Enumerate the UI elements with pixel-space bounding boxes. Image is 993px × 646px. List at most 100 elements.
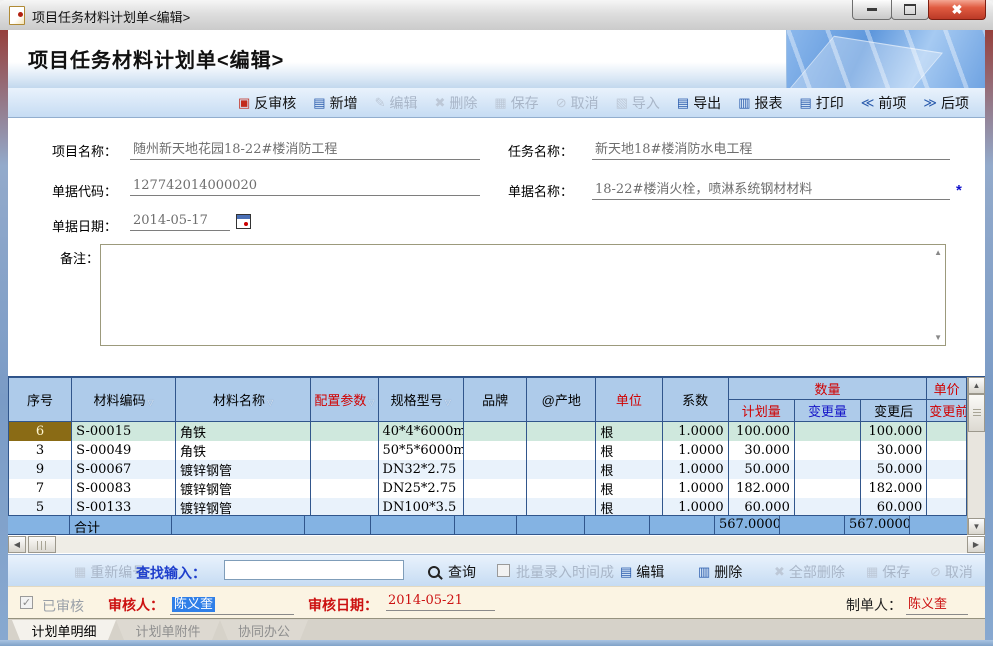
doc-code-label: 单据代码： <box>52 181 117 200</box>
report-button[interactable]: ▥报表 <box>738 93 782 113</box>
doc-date-label: 单据日期： <box>52 216 117 235</box>
next-icon: ≫ <box>923 95 937 111</box>
search-icon <box>428 566 440 578</box>
col-header-unit[interactable]: 单位 <box>596 378 662 422</box>
total-plan-qty: 567.0000 <box>715 516 780 534</box>
table-row[interactable]: 9S-00067镀锌钢管DN32*2.75根1.000050.00050.000 <box>9 460 967 479</box>
col-header-brand[interactable]: 品牌 <box>464 378 527 422</box>
minimize-icon <box>867 8 877 11</box>
scroll-down-icon: ▼ <box>973 522 981 531</box>
edit-icon: ✎ <box>375 95 386 111</box>
app-icon <box>9 6 25 25</box>
maximize-button[interactable] <box>891 0 929 20</box>
sort-icon: ▽ <box>267 398 273 407</box>
doc-code-field[interactable]: 127742014000020 <box>130 178 480 196</box>
doc-name-field[interactable]: 18-22#楼消火栓，喷淋系统钢材材料 <box>592 178 950 200</box>
report-icon: ▥ <box>738 95 750 111</box>
scroll-right-button[interactable]: ▶ <box>967 536 985 553</box>
scroll-up-button[interactable]: ▲ <box>968 377 985 394</box>
col-header-spec[interactable]: 规格型号▽ <box>378 378 464 422</box>
materials-table-inner: 序号 材料编码▽ 材料名称▽ 配置参数▽ 规格型号▽ 品牌 @产地 单位 系数 … <box>8 377 967 535</box>
find-input-label: 查找输入： <box>136 563 206 583</box>
col-header-change[interactable]: 变更量 <box>794 400 860 422</box>
col-header-name[interactable]: 材料名称▽ <box>175 378 310 422</box>
sort-icon: ▽ <box>147 398 153 407</box>
header-decoration <box>786 30 985 88</box>
title-bar: 项目任务材料计划单<编辑> ✖ <box>0 0 993 31</box>
remarks-box: ▲ ▼ <box>100 244 946 346</box>
next-item-button[interactable]: ≫后项 <box>923 93 969 113</box>
row-save-button[interactable]: ▦保存 <box>866 562 910 582</box>
project-name-label: 项目名称： <box>52 141 117 160</box>
row-save-icon: ▦ <box>866 564 878 580</box>
col-header-after[interactable]: 变更后 <box>861 400 927 422</box>
calendar-icon[interactable] <box>236 214 251 229</box>
remarks-scroll-up-icon[interactable]: ▲ <box>934 248 942 257</box>
table-vertical-scrollbar[interactable]: ▲ ▼ <box>967 377 985 535</box>
print-button[interactable]: ▤打印 <box>799 93 843 113</box>
remarks-input[interactable] <box>101 245 945 345</box>
scroll-down-button[interactable]: ▼ <box>968 518 985 535</box>
task-name-field[interactable]: 新天地18#楼消防水电工程 <box>592 138 950 160</box>
audit-strip: ✓ 已审核 审核人： 陈义奎 审核日期： 2014-05-21 制单人： 陈义奎 <box>8 586 985 619</box>
window-border-right <box>985 30 993 646</box>
required-mark: * <box>956 182 962 199</box>
table-row[interactable]: 6S-00015角铁40*4*6000mm根1.0000100.000100.0… <box>9 422 967 442</box>
remarks-scroll-down-icon[interactable]: ▼ <box>934 333 942 342</box>
search-input[interactable] <box>224 560 404 580</box>
total-label: 合计 <box>70 516 172 534</box>
maker-field[interactable]: 陈义奎 <box>906 593 968 615</box>
edit-button[interactable]: ✎编辑 <box>375 93 418 113</box>
table-row[interactable]: 3S-00049角铁50*5*6000mm根1.000030.00030.000 <box>9 441 967 460</box>
scroll-right-icon: ▶ <box>973 540 979 549</box>
window-border-bottom <box>0 640 993 646</box>
row-edit-button[interactable]: ▤编辑 <box>620 562 664 582</box>
import-button[interactable]: ▧导入 <box>616 93 660 113</box>
delete-all-icon: ✖ <box>774 564 785 580</box>
col-header-factor[interactable]: 系数 <box>662 378 728 422</box>
search-button[interactable]: 查询 <box>428 562 476 582</box>
row-cancel-button[interactable]: ⊘取消 <box>930 562 973 582</box>
total-after-qty: 567.0000 <box>845 516 910 534</box>
auditor-field[interactable]: 陈义奎 <box>170 593 294 615</box>
scroll-up-icon: ▲ <box>973 381 981 390</box>
import-icon: ▧ <box>616 95 628 111</box>
col-header-code[interactable]: 材料编码▽ <box>72 378 176 422</box>
maximize-icon <box>904 4 916 15</box>
horizontal-scroll-thumb[interactable] <box>28 536 56 553</box>
window-border-left <box>0 30 8 646</box>
save-icon: ▦ <box>494 95 506 111</box>
cancel-button[interactable]: ⊘取消 <box>556 93 599 113</box>
export-button[interactable]: ▤导出 <box>677 93 721 113</box>
tab-plan-attachment[interactable]: 计划单附件 <box>116 620 220 640</box>
col-header-seq[interactable]: 序号 <box>9 378 72 422</box>
vertical-scroll-thumb[interactable] <box>968 394 985 432</box>
table-row[interactable]: 7S-00083镀锌钢管DN25*2.75根1.0000182.000182.0… <box>9 479 967 498</box>
prev-item-button[interactable]: ≪前项 <box>861 93 907 113</box>
audit-date-field[interactable]: 2014-05-21 <box>386 593 495 611</box>
col-header-plan[interactable]: 计划量 <box>728 400 794 422</box>
col-header-origin[interactable]: @产地 <box>527 378 596 422</box>
close-button[interactable]: ✖ <box>928 0 986 20</box>
doc-date-field[interactable]: 2014-05-17 <box>130 213 230 231</box>
delete-button[interactable]: ✖删除 <box>434 93 477 113</box>
row-delete-button[interactable]: ▥删除 <box>698 562 742 582</box>
project-name-field[interactable]: 随州新天地花园18-22#楼消防工程 <box>130 138 480 160</box>
export-icon: ▤ <box>677 95 689 111</box>
delete-all-button[interactable]: ✖全部删除 <box>774 562 845 582</box>
reverse-audit-icon: ▣ <box>238 95 250 111</box>
audited-label: 已审核 <box>42 596 84 616</box>
header-band: 项目任务材料计划单<编辑> <box>8 30 985 88</box>
save-button[interactable]: ▦保存 <box>494 93 538 113</box>
table-horizontal-scrollbar[interactable]: ◀ ▶ <box>8 536 985 553</box>
tab-plan-detail[interactable]: 计划单明细 <box>12 620 116 640</box>
tab-collaboration[interactable]: 协同办公 <box>220 620 308 640</box>
minimize-button[interactable] <box>852 0 892 20</box>
scroll-left-button[interactable]: ◀ <box>8 536 26 553</box>
reverse-audit-button[interactable]: ▣反审核 <box>238 93 296 113</box>
col-header-before[interactable]: 变更前( <box>927 400 967 422</box>
add-button[interactable]: ▤新增 <box>313 93 357 113</box>
batch-entry-checkbox[interactable] <box>497 564 510 577</box>
col-header-config[interactable]: 配置参数▽ <box>311 378 378 422</box>
audited-checkbox[interactable]: ✓ <box>20 596 33 609</box>
